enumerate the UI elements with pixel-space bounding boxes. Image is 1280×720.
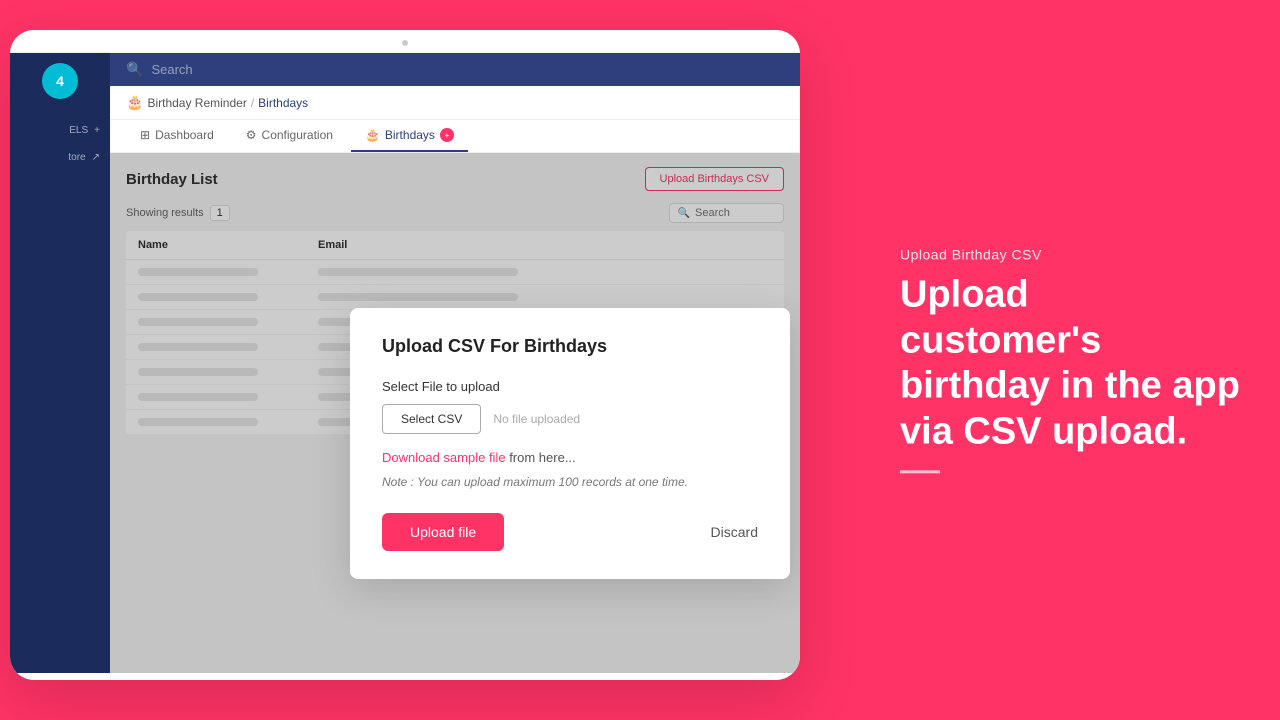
- sidebar-item-els-label: ELS: [69, 125, 88, 136]
- right-panel-subtitle: Upload Birthday CSV: [900, 246, 1240, 262]
- right-panel: Upload Birthday CSV Upload customer's bi…: [900, 246, 1240, 473]
- right-panel-title: Upload customer's birthday in the app vi…: [900, 272, 1240, 454]
- breadcrumb-current: Birthdays: [258, 96, 308, 110]
- page-tabs: ⊞ Dashboard ⚙ Configuration 🎂 Birthdays …: [110, 120, 800, 153]
- birthday-tab-icon: 🎂: [365, 128, 380, 142]
- modal-title: Upload CSV For Birthdays: [382, 336, 758, 357]
- file-upload-row: Select CSV No file uploaded: [382, 404, 758, 434]
- tab-configuration-label: Configuration: [262, 128, 333, 142]
- breadcrumb-separator: /: [251, 96, 254, 110]
- modal-overlay: Upload CSV For Birthdays Select File to …: [110, 153, 800, 673]
- search-bar: 🔍: [110, 53, 800, 86]
- content-area: Birthday List Upload Birthdays CSV Showi…: [110, 153, 800, 673]
- upload-file-button[interactable]: Upload file: [382, 513, 504, 551]
- device-wrapper: 4 ELS + tore ↗ 🔍: [0, 20, 820, 700]
- download-sample-link[interactable]: Download sample file: [382, 450, 506, 465]
- main-content: 🔍 🎂 Birthday Reminder / Birthdays ⊞ Dash…: [110, 53, 800, 673]
- note-text: Note : You can upload maximum 100 record…: [382, 475, 758, 489]
- dashboard-icon: ⊞: [140, 128, 150, 142]
- tab-configuration[interactable]: ⚙ Configuration: [232, 120, 347, 152]
- modal-file-section-label: Select File to upload: [382, 379, 758, 394]
- external-link-icon: ↗: [92, 152, 100, 163]
- browser-chrome: [10, 30, 800, 53]
- tab-birthdays-badge: +: [440, 128, 454, 142]
- sidebar-item-store-label: tore: [68, 152, 85, 163]
- no-file-text: No file uploaded: [493, 412, 580, 426]
- right-panel-divider: [900, 471, 940, 474]
- download-suffix: from here...: [506, 450, 576, 465]
- sidebar-item-els[interactable]: ELS +: [10, 119, 110, 142]
- upload-csv-modal: Upload CSV For Birthdays Select File to …: [350, 308, 790, 579]
- sidebar: 4 ELS + tore ↗: [10, 53, 110, 673]
- search-input[interactable]: [151, 62, 784, 77]
- sidebar-item-store[interactable]: tore ↗: [10, 146, 110, 169]
- configuration-icon: ⚙: [246, 128, 257, 142]
- sidebar-logo: 4: [42, 63, 78, 99]
- search-icon: 🔍: [126, 61, 143, 78]
- browser-dot: [402, 40, 408, 46]
- download-sample-row: Download sample file from here...: [382, 450, 758, 465]
- breadcrumb: 🎂 Birthday Reminder / Birthdays: [110, 86, 800, 120]
- tab-birthdays[interactable]: 🎂 Birthdays +: [351, 120, 468, 152]
- tab-dashboard-label: Dashboard: [155, 128, 214, 142]
- discard-button[interactable]: Discard: [711, 524, 758, 540]
- tab-dashboard[interactable]: ⊞ Dashboard: [126, 120, 228, 152]
- breadcrumb-icon: 🎂: [126, 94, 143, 111]
- modal-actions: Upload file Discard: [382, 513, 758, 551]
- app-container: 4 ELS + tore ↗ 🔍: [10, 53, 800, 673]
- browser-card: 4 ELS + tore ↗ 🔍: [10, 30, 800, 680]
- tab-birthdays-label: Birthdays: [385, 128, 435, 142]
- plus-icon: +: [94, 125, 100, 136]
- sidebar-menu: ELS + tore ↗: [10, 119, 110, 169]
- select-csv-button[interactable]: Select CSV: [382, 404, 481, 434]
- breadcrumb-app-name: Birthday Reminder: [147, 96, 246, 110]
